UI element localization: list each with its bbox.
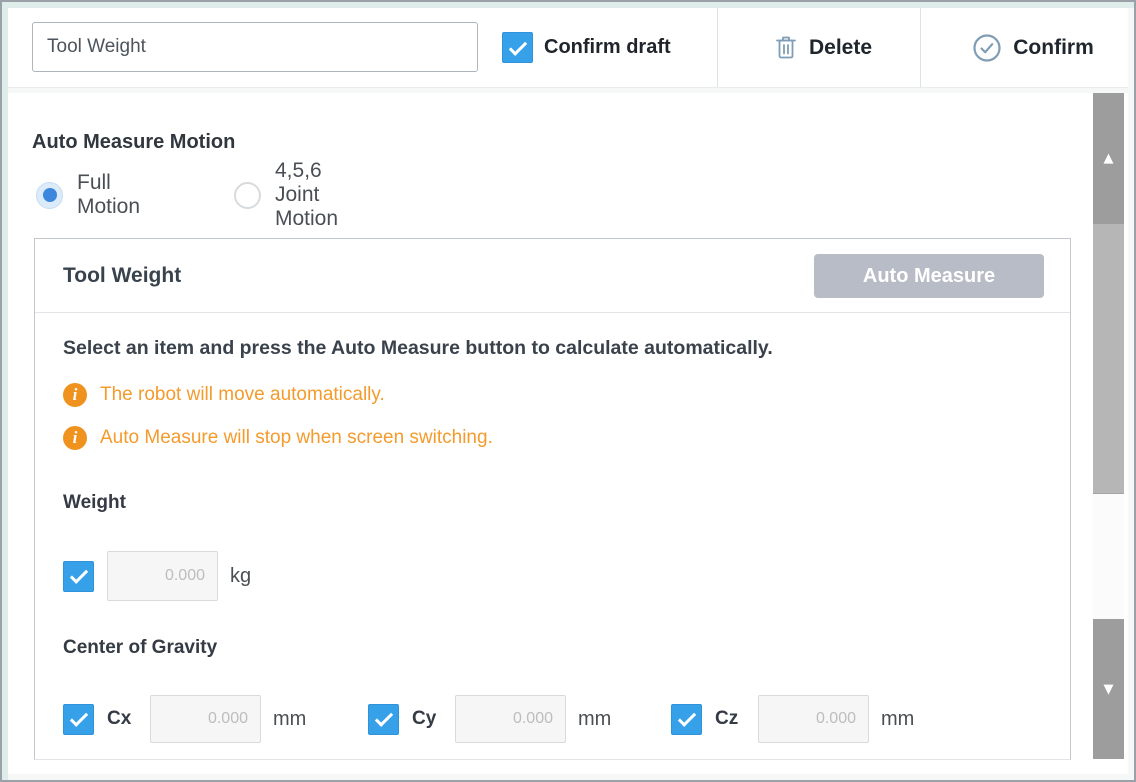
cy-input[interactable] [455,695,566,743]
center-of-gravity-heading: Center of Gravity [63,637,217,659]
panel-title: Tool Weight [63,239,181,313]
trash-icon [774,34,798,61]
cy-field-row: Cy mm [368,692,611,746]
tool-name-input[interactable] [32,22,478,72]
check-icon [677,708,695,726]
radio-456-joint-motion-label: 4,5,6 Joint Motion [275,159,338,231]
scroll-down-icon: ▼ [1104,682,1114,697]
cx-unit-label: mm [273,708,306,731]
cz-input[interactable] [758,695,869,743]
delete-button[interactable]: Delete [743,8,903,87]
toolbar: Confirm draft Delete Confirm [8,8,1128,87]
check-icon [69,565,87,583]
instruction-text: Select an item and press the Auto Measur… [63,337,773,360]
cx-input[interactable] [150,695,261,743]
confirm-circle-icon [972,33,1002,63]
radio-full-motion[interactable]: Full Motion [36,175,140,215]
panel-header: Tool Weight Auto Measure [35,239,1070,313]
notice-text: Auto Measure will stop when screen switc… [100,427,493,449]
content-area: Auto Measure Motion Full Motion 4,5,6 Jo… [8,93,1128,774]
check-icon [374,708,392,726]
toolbar-divider [717,8,718,87]
confirm-button[interactable]: Confirm [943,8,1123,87]
cy-unit-label: mm [578,708,611,731]
cz-label: Cz [715,708,745,730]
weight-unit-label: kg [230,565,251,588]
weight-heading: Weight [63,492,126,514]
radio-dot [43,188,57,202]
confirm-button-label: Confirm [1013,36,1094,60]
radio-full-motion-label: Full Motion [77,171,140,219]
auto-measure-button[interactable]: Auto Measure [814,254,1044,298]
scroll-down-button[interactable]: ▼ [1093,619,1124,759]
radio-unselected-icon [234,182,261,209]
weight-field-row: kg [63,549,251,603]
radio-selected-icon [36,182,63,209]
scroll-up-button[interactable]: ▲ [1093,93,1124,224]
cx-field-row: Cx mm [63,692,306,746]
cz-field-row: Cz mm [671,692,914,746]
info-icon: i [63,426,87,450]
confirm-draft-label: Confirm draft [544,8,671,87]
tool-weight-panel: Tool Weight Auto Measure Select an item … [34,238,1071,760]
toolbar-divider [920,8,921,87]
notice-text: The robot will move automatically. [100,384,385,406]
radio-456-joint-motion[interactable]: 4,5,6 Joint Motion [234,175,338,215]
cz-unit-label: mm [881,708,914,731]
weight-checkbox[interactable] [63,561,94,592]
check-icon [69,708,87,726]
auto-measure-motion-heading: Auto Measure Motion [32,131,235,154]
cx-checkbox[interactable] [63,704,94,735]
notice-row: i Auto Measure will stop when screen swi… [63,426,493,450]
tool-weight-window: Confirm draft Delete Confirm [0,0,1136,782]
scroll-up-icon: ▲ [1104,151,1114,166]
cx-label: Cx [107,708,137,730]
cy-label: Cy [412,708,442,730]
info-icon: i [63,383,87,407]
check-icon [508,37,526,55]
notice-row: i The robot will move automatically. [63,383,385,407]
weight-input[interactable] [107,551,218,601]
confirm-draft-checkbox[interactable] [502,32,533,63]
cy-checkbox[interactable] [368,704,399,735]
scrollbar-thumb[interactable] [1093,224,1124,494]
delete-button-label: Delete [809,36,872,60]
cz-checkbox[interactable] [671,704,702,735]
vertical-scrollbar[interactable]: ▲ ▼ [1093,93,1124,759]
